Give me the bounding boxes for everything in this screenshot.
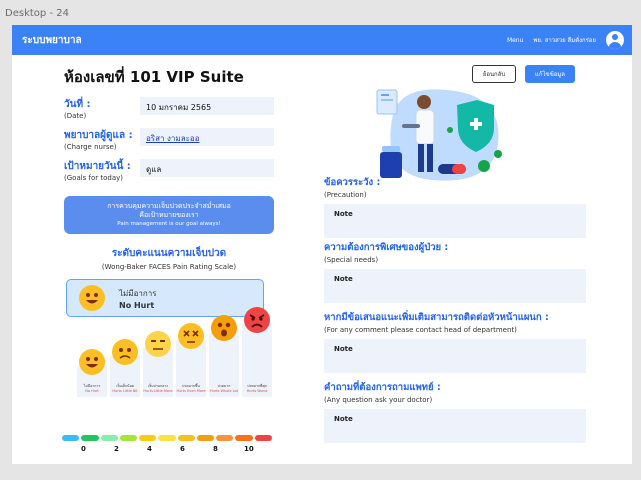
- room-title: ห้องเลขที่ 101 VIP Suite: [64, 68, 244, 86]
- scale-number: 10: [244, 445, 254, 453]
- precaution-note-field[interactable]: Note: [324, 204, 586, 238]
- special-needs-label: ความต้องการพิเศษของผู้ป่วย :: [324, 242, 449, 253]
- banner-line-1: การควบคุมความเจ็บปวดประจำสม่ำเสมอ: [107, 202, 231, 210]
- face-label-en: Hurts Whole Lot: [209, 389, 239, 393]
- doctor-question-label: คำถามที่ต้องการถามแพทย์ :: [324, 382, 441, 393]
- nav-right: Menu พย. สาวสวย ลืมตั่งกร่อย: [507, 31, 624, 49]
- color-segment: [235, 435, 253, 441]
- date-label-en: (Date): [64, 112, 87, 120]
- face-label-en: Hurts Even More: [176, 389, 206, 393]
- goal-label-en: (Goals for today): [64, 174, 124, 182]
- precaution-label: ข้อควรระวัง :: [324, 177, 381, 188]
- brand-title[interactable]: ระบบพยาบาล: [22, 33, 82, 48]
- selected-level-en: No Hurt: [119, 300, 155, 310]
- top-navbar: ระบบพยาบาล Menu พย. สาวสวย ลืมตั่งกร่อย: [12, 25, 632, 55]
- date-row: วันที่ : (Date) 10 มกราคม 2565: [64, 97, 274, 120]
- color-segment: [81, 435, 99, 441]
- doctor-illustration-icon: [376, 89, 502, 181]
- face-label-en: Hurts Little More: [143, 389, 173, 393]
- nurse-label-en: (Charge nurse): [64, 143, 117, 151]
- face-label-en: Hurts Little Bit: [112, 389, 138, 393]
- user-name[interactable]: พย. สาวสวย ลืมตั่งกร่อย: [533, 35, 596, 45]
- pain-faces-scale: ไม่มีอาการ No Hurt เจ็บเล็กน้อย Hurts Li…: [62, 307, 282, 425]
- precaution-section: ข้อควรระวัง : (Precaution) Note: [324, 175, 586, 238]
- nurse-label: พยาบาลผู้ดูแล :: [64, 130, 133, 141]
- special-needs-label-en: (Special needs): [324, 256, 379, 264]
- happy-face-icon: [79, 285, 105, 312]
- face-option-6[interactable]: ปวดมากขึ้น Hurts Even More: [176, 323, 206, 397]
- color-segment: [62, 435, 80, 441]
- scale-number: 6: [180, 445, 185, 453]
- color-segment: [158, 435, 176, 441]
- doctor-question-label-en: (Any question ask your doctor): [324, 396, 433, 404]
- goal-value[interactable]: ดูแล: [140, 159, 274, 177]
- face-option-2[interactable]: เจ็บเล็กน้อย Hurts Little Bit: [110, 339, 140, 397]
- color-segment: [139, 435, 157, 441]
- hurts-worst-face-icon: [244, 307, 270, 333]
- face-option-10[interactable]: ปวดมากที่สุด Hurts Worst: [242, 307, 272, 397]
- pain-scale-title: ระดับคะแนนความเจ็บปวด: [111, 248, 227, 260]
- doctor-question-note-field[interactable]: Note: [324, 409, 586, 443]
- pain-goal-banner: การควบคุมความเจ็บปวดประจำสม่ำเสมอ คือเป้…: [64, 196, 274, 235]
- hurts-whole-lot-face-icon: [211, 315, 237, 341]
- scale-number: 2: [114, 445, 119, 453]
- date-label: วันที่ :: [64, 99, 91, 110]
- selected-pain-level[interactable]: ไม่มีอาการ No Hurt: [66, 279, 264, 318]
- color-segment: [216, 435, 234, 441]
- desktop-frame: ระบบพยาบาล Menu พย. สาวสวย ลืมตั่งกร่อย …: [12, 25, 632, 464]
- comment-note-field[interactable]: Note: [324, 339, 586, 373]
- left-column: ห้องเลขที่ 101 VIP Suite วันที่ : (Date)…: [64, 65, 274, 318]
- menu-link[interactable]: Menu: [507, 37, 523, 44]
- no-hurt-face-icon: [79, 349, 105, 375]
- face-option-0[interactable]: ไม่มีอาการ No Hurt: [77, 349, 107, 397]
- pain-scale-subtitle: (Wong-Baker FACES Pain Rating Scale): [101, 263, 237, 272]
- color-segment: [119, 435, 138, 441]
- color-segment: [196, 435, 215, 441]
- banner-line-3: Pain management is our goal always!: [117, 220, 221, 227]
- nurse-value[interactable]: อริสา งามละออ: [140, 128, 274, 146]
- face-option-8[interactable]: ปวดมาก Hurts Whole Lot: [209, 315, 239, 397]
- face-option-4[interactable]: เจ็บปานกลาง Hurts Little More: [143, 331, 173, 397]
- selected-level-th: ไม่มีอาการ: [119, 288, 157, 298]
- banner-line-2: คือเป้าหมายของเรา: [139, 211, 199, 220]
- comment-section: หากมีข้อเสนอแนะเพิ่มเติมสามารถติดต่อหัวห…: [324, 310, 586, 373]
- nurse-row: พยาบาลผู้ดูแล : (Charge nurse) อริสา งาม…: [64, 128, 274, 151]
- hurts-little-more-face-icon: [145, 331, 171, 357]
- goal-label: เป้าหมายวันนี้ :: [64, 161, 131, 172]
- scale-number: 0: [81, 445, 86, 453]
- precaution-label-en: (Precaution): [324, 191, 367, 199]
- face-label-en: No Hurt: [85, 389, 99, 393]
- edit-button[interactable]: แก้ไขข้อมูล: [525, 65, 575, 83]
- scale-number: 8: [213, 445, 218, 453]
- hurts-even-more-face-icon: [178, 323, 204, 349]
- comment-label-en: (For any comment please contact head of …: [324, 326, 517, 334]
- pain-color-bar: [62, 435, 272, 441]
- doctor-question-section: คำถามที่ต้องการถามแพทย์ : (Any question …: [324, 380, 586, 443]
- frame-label: Desktop - 24: [5, 8, 69, 19]
- scale-number: 4: [147, 445, 152, 453]
- special-needs-note-field[interactable]: Note: [324, 269, 586, 303]
- special-needs-section: ความต้องการพิเศษของผู้ป่วย : (Special ne…: [324, 240, 586, 303]
- date-value[interactable]: 10 มกราคม 2565: [140, 97, 274, 115]
- hurts-little-bit-face-icon: [112, 339, 138, 365]
- color-segment: [254, 435, 272, 441]
- goal-row: เป้าหมายวันนี้ : (Goals for today) ดูแล: [64, 159, 274, 182]
- face-label-en: Hurts Worst: [246, 389, 268, 393]
- user-avatar-icon[interactable]: [606, 31, 624, 49]
- comment-label: หากมีข้อเสนอแนะเพิ่มเติมสามารถติดต่อหัวห…: [324, 312, 549, 323]
- color-segment: [100, 435, 118, 441]
- color-segment: [177, 435, 195, 441]
